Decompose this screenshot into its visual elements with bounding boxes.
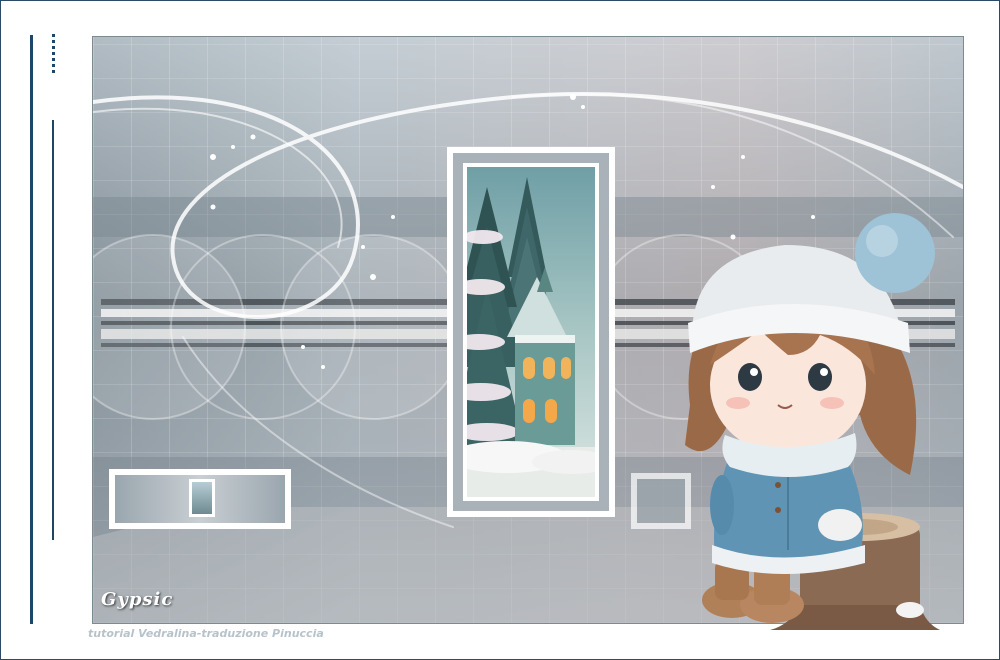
left-deco-line-thin [52,120,54,540]
credit-text: tutorial Vedralina-traduzione Pinuccia [88,627,324,640]
signature: Gypsic [101,589,174,610]
left-deco-dots-bottom [30,555,33,625]
girl-illustration [685,213,940,630]
left-deco-dots-top [52,34,55,74]
small-thumbnail-frame [109,469,291,529]
winter-house-picture [467,167,595,497]
left-deco-line [30,35,33,623]
center-picture-frame [447,147,615,517]
